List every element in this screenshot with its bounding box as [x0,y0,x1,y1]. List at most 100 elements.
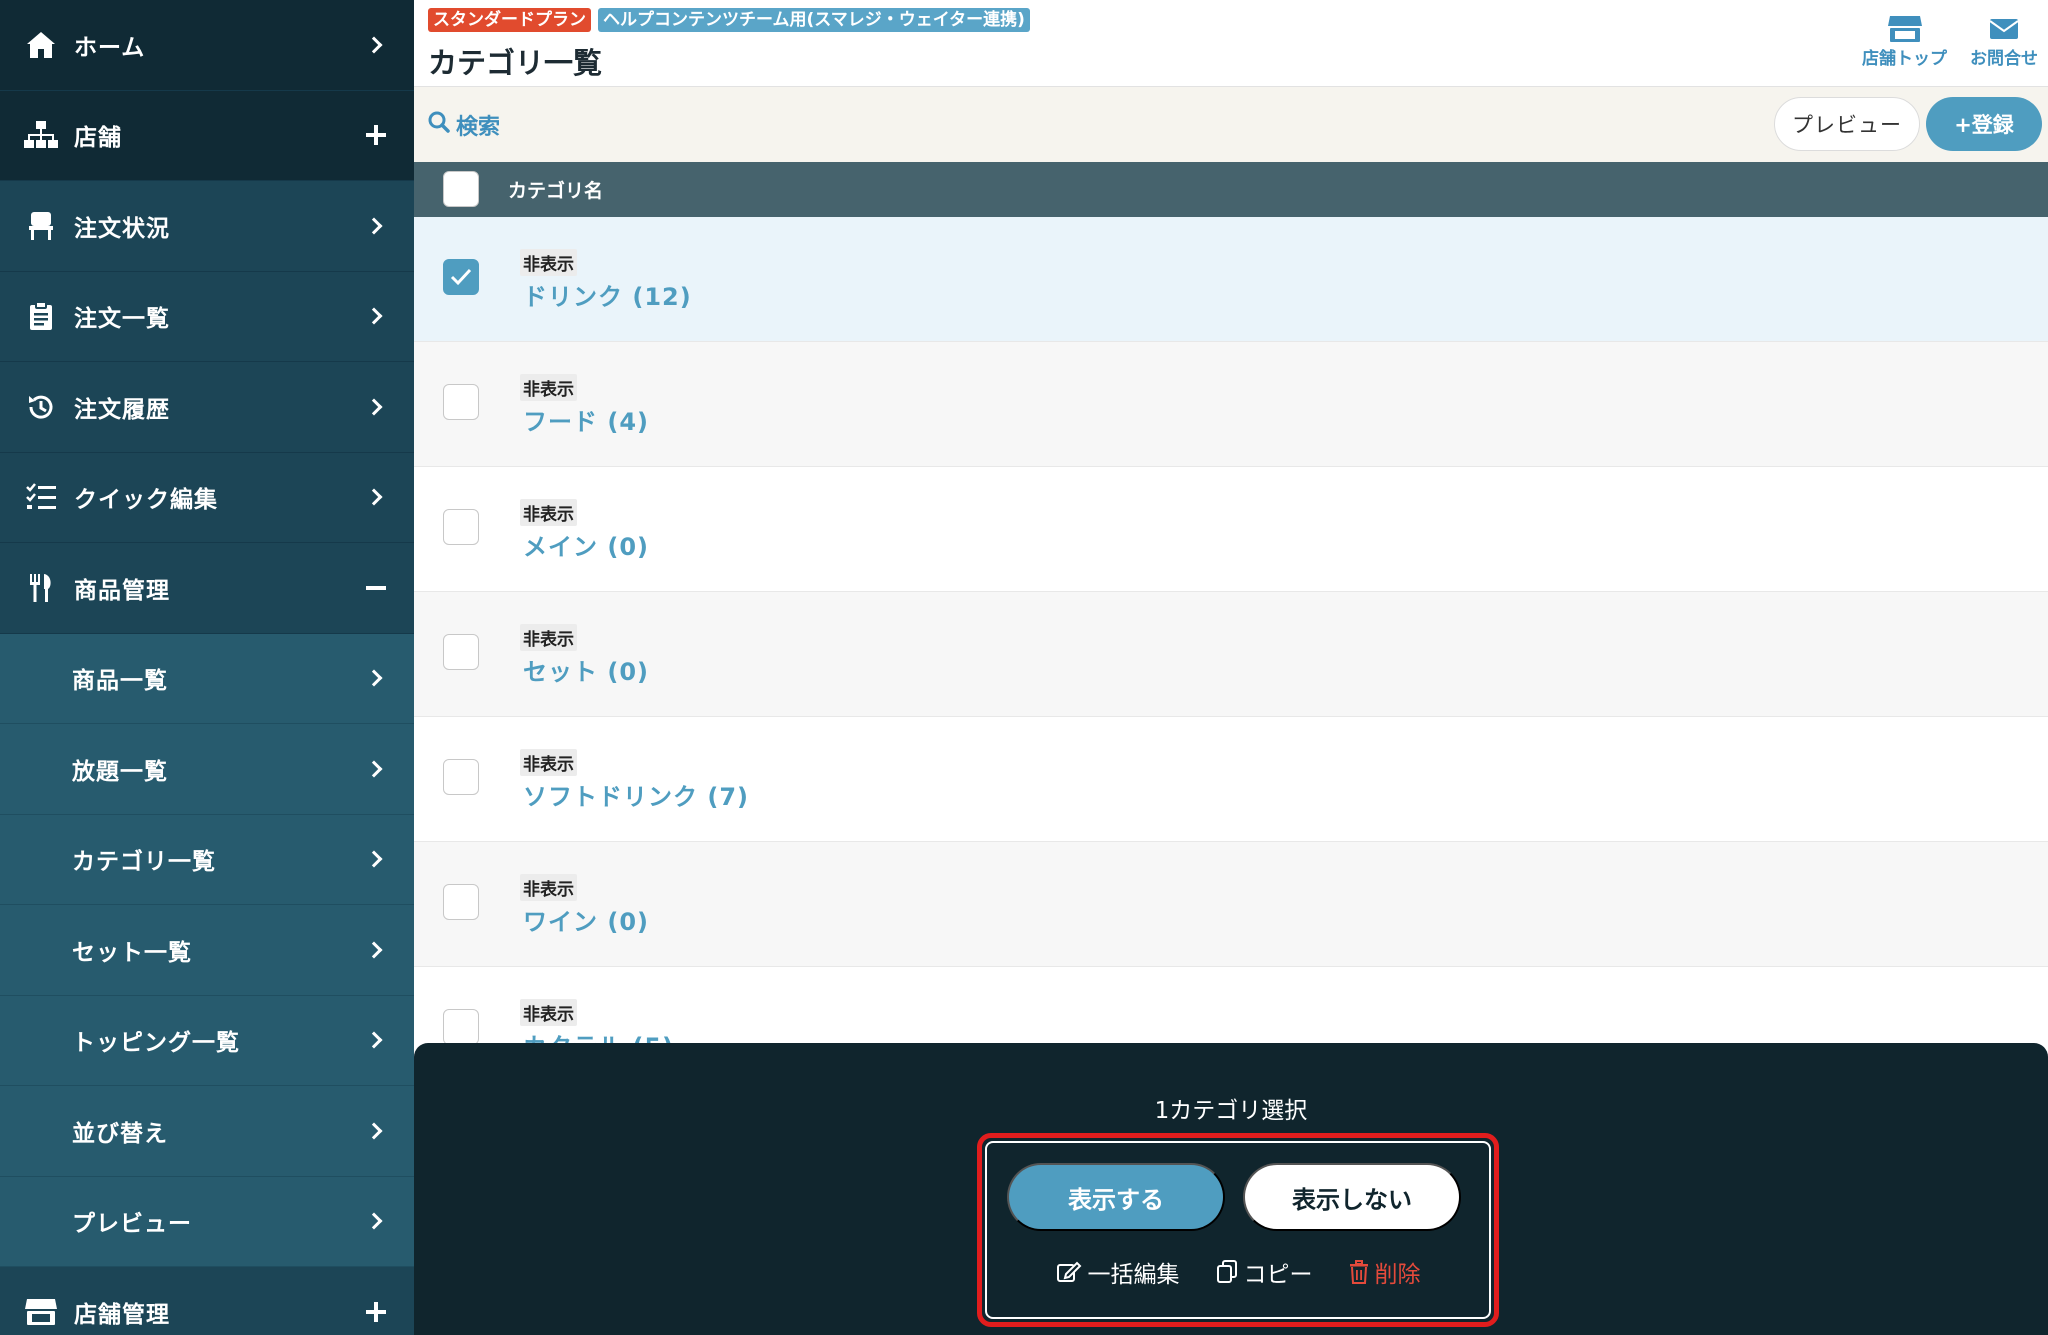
badge-group: スタンダードプラン ヘルプコンテンツチーム用(スマレジ・ウェイター連携) [428,8,1030,32]
table-row[interactable]: 非表示 ワイン (0) [414,842,2048,967]
sidebar-subitem-sort[interactable]: 並び替え [0,1086,414,1177]
highlight-box: 表示する 表示しない 一括編集 コピー 削除 [977,1133,1499,1327]
sidebar-subitem-set-list[interactable]: セット一覧 [0,905,414,996]
secondary-actions: 一括編集 コピー 削除 [987,1255,1489,1289]
table-row[interactable]: 非表示 メイン (0) [414,467,2048,592]
category-name-link[interactable]: メイン (0) [523,527,649,562]
register-button[interactable]: +登録 [1926,97,2042,151]
sidebar-item-product-management[interactable]: 商品管理 [0,543,414,634]
chevron-right-icon [364,33,388,57]
chevron-right-icon [364,485,388,509]
contact-label: お問合せ [1970,49,2038,69]
row-checkbox[interactable] [443,509,479,545]
sidebar-item-label: 注文状況 [74,215,170,242]
chair-icon [24,209,58,243]
toolbar: 検索 プレビュー +登録 [414,87,2048,162]
search-icon [428,111,450,139]
sidebar-item-label: ホーム [74,34,146,61]
plan-badge: スタンダードプラン [428,8,591,32]
table-row[interactable]: 非表示 ソフトドリンク (7) [414,717,2048,842]
sidebar-item-home[interactable]: ホーム [0,0,414,91]
selection-count: 1カテゴリ選択 [1154,1098,1308,1124]
page-header: スタンダードプラン ヘルプコンテンツチーム用(スマレジ・ウェイター連携) カテゴ… [414,0,2048,87]
chevron-right-icon [364,304,388,328]
category-name-link[interactable]: ドリンク (12) [523,277,692,312]
visibility-badge: 非表示 [520,624,577,651]
category-name-link[interactable]: ソフトドリンク (7) [523,777,749,812]
sidebar-subitem-category-list[interactable]: カテゴリ一覧 [0,814,414,905]
category-name-link[interactable]: セット (0) [523,652,649,687]
list-check-icon [24,480,58,514]
chevron-right-icon [364,1119,388,1143]
bulk-action-panel: 1カテゴリ選択 表示する 表示しない 一括編集 コピー 削除 [414,1043,2048,1335]
action-group: 表示する 表示しない 一括編集 コピー 削除 [985,1141,1491,1319]
delete-action[interactable]: 削除 [1349,1255,1421,1289]
chevron-right-icon [364,395,388,419]
sidebar-item-order-list[interactable]: 注文一覧 [0,271,414,362]
sidebar-subitem-all-you-can-list[interactable]: 放題一覧 [0,724,414,815]
sidebar-item-label: 店舗 [74,125,122,152]
bulk-edit-label: 一括編集 [1087,1262,1180,1288]
copy-label: コピー [1243,1262,1313,1288]
copy-action[interactable]: コピー [1216,1255,1313,1289]
sidebar-item-store[interactable]: 店舗 [0,90,414,181]
sidebar: ホーム 店舗 注文状況 注文一覧 注文履歴 クイック編集 商品管理 商品一覧 放… [0,0,414,1335]
search-toggle[interactable]: 検索 [428,109,500,141]
chevron-right-icon [364,938,388,962]
sidebar-subitem-label: 並び替え [72,1120,168,1147]
row-checkbox[interactable] [443,884,479,920]
plus-icon [364,123,388,147]
show-button[interactable]: 表示する [1007,1163,1225,1231]
category-name-link[interactable]: カクテル (5) [523,1027,674,1043]
sidebar-subitem-preview[interactable]: プレビュー [0,1176,414,1267]
row-checkbox[interactable] [443,759,479,795]
table-row[interactable]: 非表示 フード (4) [414,342,2048,467]
sidebar-item-store-management[interactable]: 店舗管理 [0,1267,414,1335]
sidebar-subitem-product-list[interactable]: 商品一覧 [0,633,414,724]
sidebar-item-order-history[interactable]: 注文履歴 [0,362,414,453]
visibility-badge: 非表示 [520,874,577,901]
category-name-link[interactable]: フード (4) [523,402,649,437]
sidebar-item-quick-edit[interactable]: クイック編集 [0,452,414,543]
chevron-right-icon [364,847,388,871]
sidebar-item-label: 注文一覧 [74,306,170,333]
sidebar-subitem-topping-list[interactable]: トッピング一覧 [0,995,414,1086]
visibility-badge: 非表示 [520,499,577,526]
minus-icon [364,576,388,600]
category-name-link[interactable]: ワイン (0) [523,902,649,937]
sidebar-subitem-label: トッピング一覧 [72,1030,240,1057]
table-row[interactable]: 非表示 セット (0) [414,592,2048,717]
bulk-edit-action[interactable]: 一括編集 [1056,1255,1180,1289]
row-checkbox[interactable] [443,634,479,670]
chevron-right-icon [364,214,388,238]
delete-label: 削除 [1374,1262,1421,1288]
row-checkbox[interactable] [443,259,479,295]
visibility-badge: 非表示 [520,249,577,276]
edit-icon [1056,1261,1081,1282]
contact-link[interactable]: お問合せ [1970,14,2038,69]
store-icon [24,1295,58,1329]
chevron-right-icon [364,666,388,690]
chevron-right-icon [364,1028,388,1052]
home-icon [24,28,58,62]
utensils-icon [24,571,58,605]
check-icon [450,268,472,286]
envelope-icon [1989,14,2019,44]
sidebar-item-label: 注文履歴 [74,396,170,423]
history-icon [24,390,58,424]
store-top-link[interactable]: 店舗トップ [1862,14,1947,69]
sidebar-item-order-status[interactable]: 注文状況 [0,181,414,272]
chevron-right-icon [364,1209,388,1233]
row-checkbox[interactable] [443,384,479,420]
preview-button[interactable]: プレビュー [1774,97,1920,151]
hide-button[interactable]: 表示しない [1243,1163,1461,1231]
row-checkbox[interactable] [443,1009,479,1043]
sidebar-subitem-label: プレビュー [72,1211,192,1238]
table-row[interactable]: 非表示 カクテル (5) [414,967,2048,1043]
visibility-badge: 非表示 [520,999,577,1026]
select-all-checkbox[interactable] [443,171,479,207]
chevron-right-icon [364,757,388,781]
sitemap-icon [24,118,58,152]
plus-icon [364,1300,388,1324]
table-row[interactable]: 非表示 ドリンク (12) [414,217,2048,342]
